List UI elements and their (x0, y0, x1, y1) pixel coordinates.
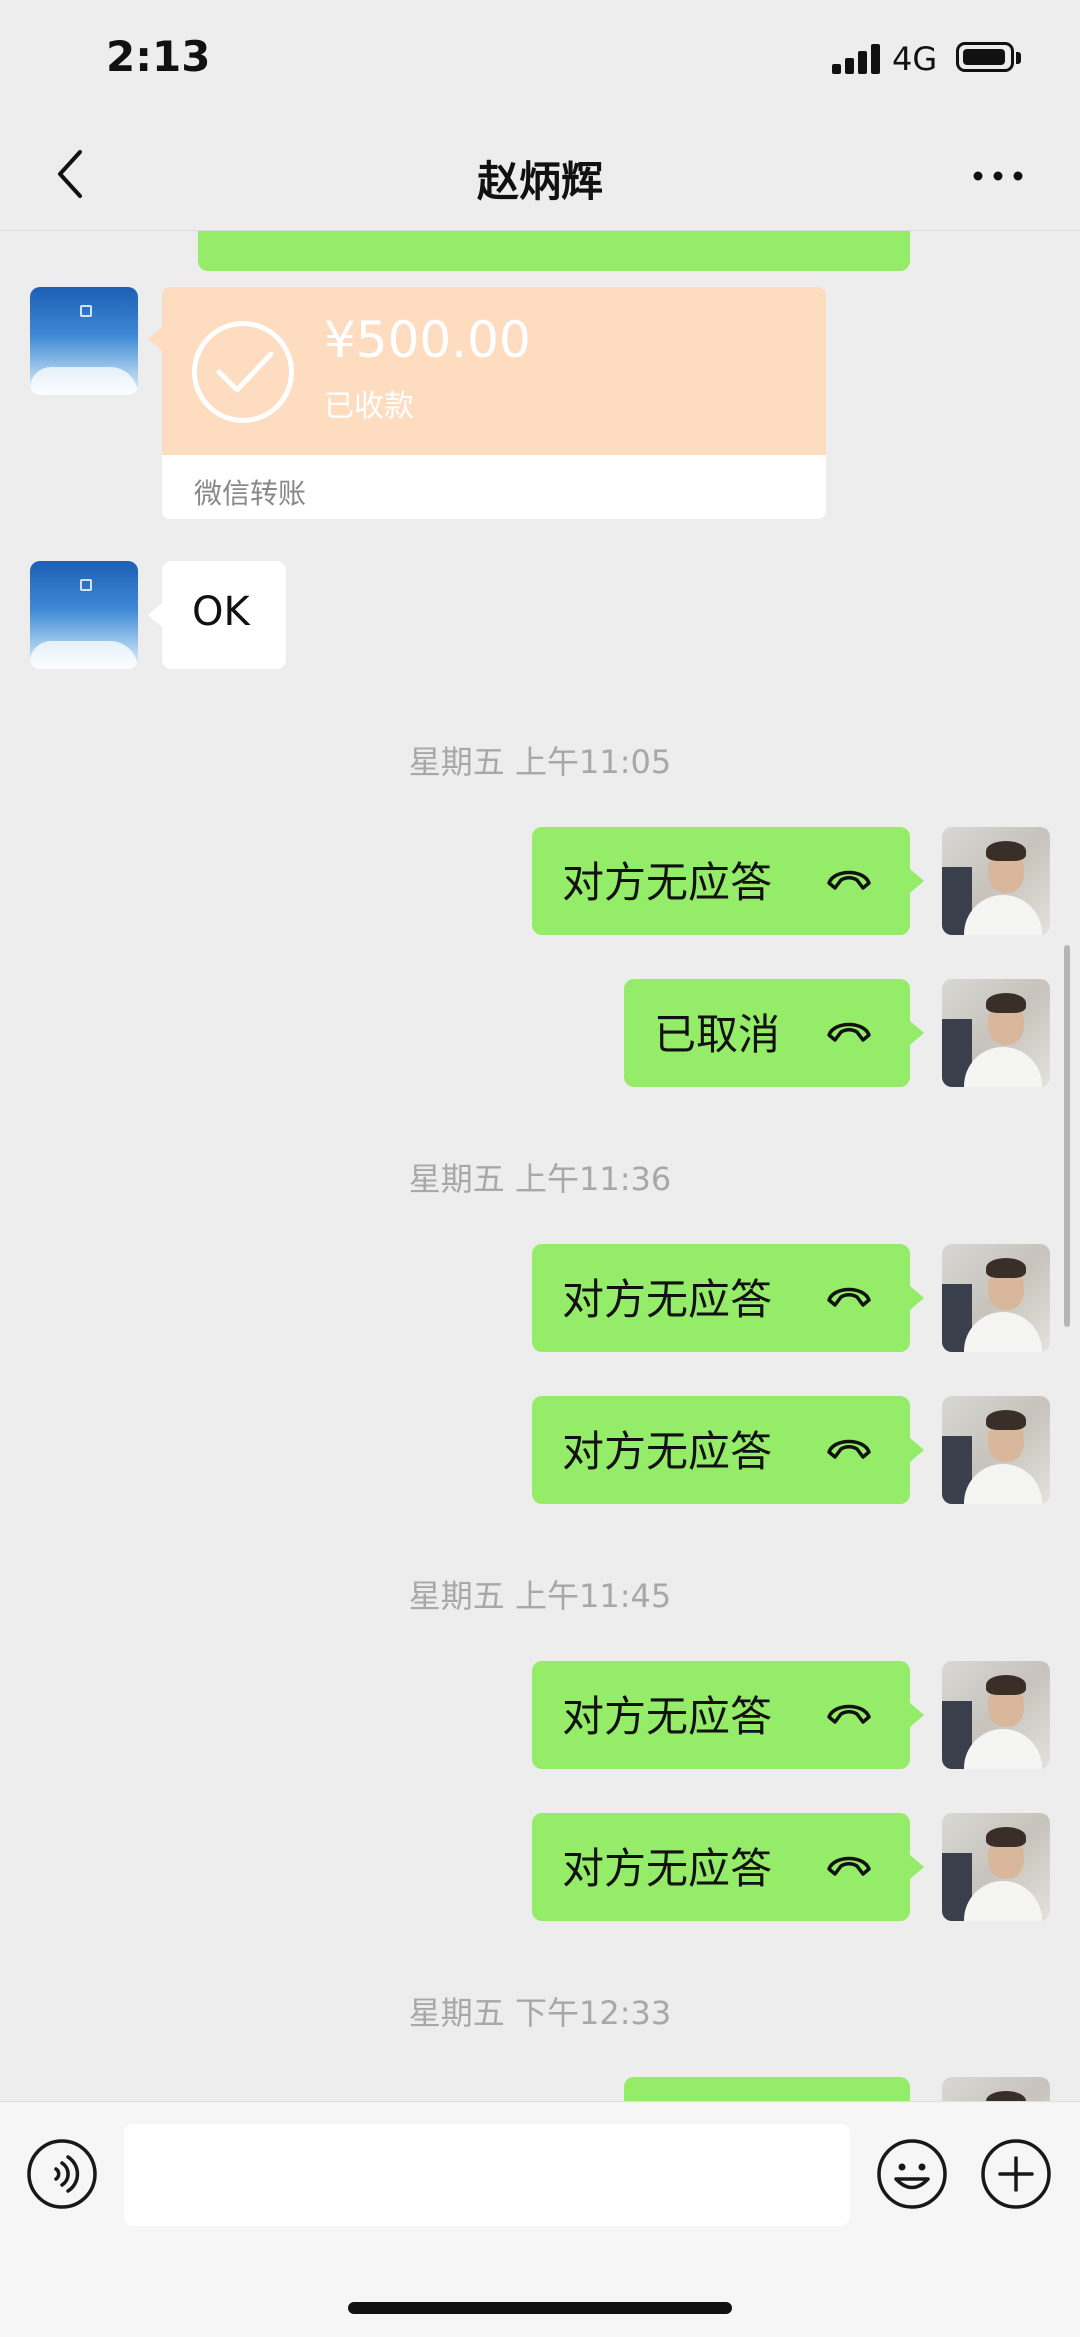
battery-icon (956, 42, 1014, 72)
call-message[interactable]: 对方无应答 (532, 1813, 910, 1921)
my-avatar[interactable] (942, 1244, 1050, 1352)
bubble-tail (148, 327, 162, 351)
call-message-partial[interactable] (624, 2077, 910, 2101)
bubble-tail (910, 1703, 924, 1727)
my-avatar[interactable] (942, 2077, 1050, 2101)
timestamp: 星期五 上午11:05 (408, 743, 672, 781)
emoji-icon[interactable] (876, 2138, 948, 2210)
my-avatar[interactable] (942, 1813, 1050, 1921)
call-message[interactable]: 对方无应答 (532, 1661, 910, 1769)
phone-hangup-icon (827, 1856, 871, 1876)
status-time: 2:13 (106, 32, 211, 81)
chat-title: 赵炳辉 (476, 157, 603, 206)
voice-icon[interactable] (26, 2138, 98, 2210)
call-message-text: 对方无应答 (562, 1275, 773, 1324)
phone-hangup-icon (827, 1287, 871, 1307)
battery-tip (1016, 52, 1021, 64)
previous-message-bubble[interactable] (198, 231, 910, 271)
transfer-status: 已收款 (324, 389, 414, 424)
contact-avatar[interactable] (30, 561, 138, 669)
transfer-card-top: ¥500.00 已收款 (162, 287, 826, 455)
bubble-tail (910, 1855, 924, 1879)
my-avatar[interactable] (942, 1661, 1050, 1769)
call-message-text: 对方无应答 (562, 1844, 773, 1893)
timestamp: 星期五 上午11:45 (408, 1577, 672, 1615)
call-message-text: 对方无应答 (562, 1692, 773, 1741)
signal-icon (832, 44, 880, 74)
nav-bar: 赵炳辉 (0, 120, 1080, 231)
call-message[interactable]: 已取消 (624, 979, 910, 1087)
chat-screen: 2:13 4G 赵炳辉 ¥500.00 已收款 微信转账 OK 星期五 上午11… (0, 0, 1080, 2337)
bubble-tail (148, 603, 162, 627)
call-message[interactable]: 对方无应答 (532, 1396, 910, 1504)
network-label: 4G (892, 40, 938, 78)
call-message[interactable]: 对方无应答 (532, 827, 910, 935)
call-message-text: 已取消 (654, 1010, 781, 1059)
home-indicator[interactable] (348, 2302, 732, 2314)
call-message-text: 对方无应答 (562, 858, 773, 907)
timestamp: 星期五 上午11:36 (408, 1160, 672, 1198)
plus-icon[interactable] (980, 2138, 1052, 2210)
call-message-text: 对方无应答 (562, 1427, 773, 1476)
bubble-tail (910, 869, 924, 893)
phone-hangup-icon (827, 1022, 871, 1042)
phone-hangup-icon (827, 870, 871, 890)
status-bar: 2:13 4G (0, 0, 1080, 120)
bubble-tail (910, 1021, 924, 1045)
call-message[interactable]: 对方无应答 (532, 1244, 910, 1352)
my-avatar[interactable] (942, 827, 1050, 935)
message-bubble-ok[interactable]: OK (162, 561, 286, 669)
phone-hangup-icon (827, 1439, 871, 1459)
scrollbar[interactable] (1064, 945, 1070, 1327)
transfer-footer: 微信转账 (194, 477, 307, 510)
transfer-amount: ¥500.00 (324, 311, 531, 369)
my-avatar[interactable] (942, 1396, 1050, 1504)
phone-hangup-icon (827, 1704, 871, 1724)
bubble-tail (910, 1286, 924, 1310)
bubble-tail (910, 1438, 924, 1462)
timestamp: 星期五 下午12:33 (408, 1994, 672, 2032)
check-circle-icon (192, 321, 294, 423)
more-horizontal-icon[interactable] (968, 146, 1028, 206)
my-avatar[interactable] (942, 979, 1050, 1087)
message-input[interactable] (124, 2124, 850, 2226)
contact-avatar[interactable] (30, 287, 138, 395)
transfer-card[interactable]: ¥500.00 已收款 微信转账 (162, 287, 826, 519)
chat-area[interactable]: ¥500.00 已收款 微信转账 OK 星期五 上午11:05 对方无应答 已取… (0, 231, 1080, 2101)
